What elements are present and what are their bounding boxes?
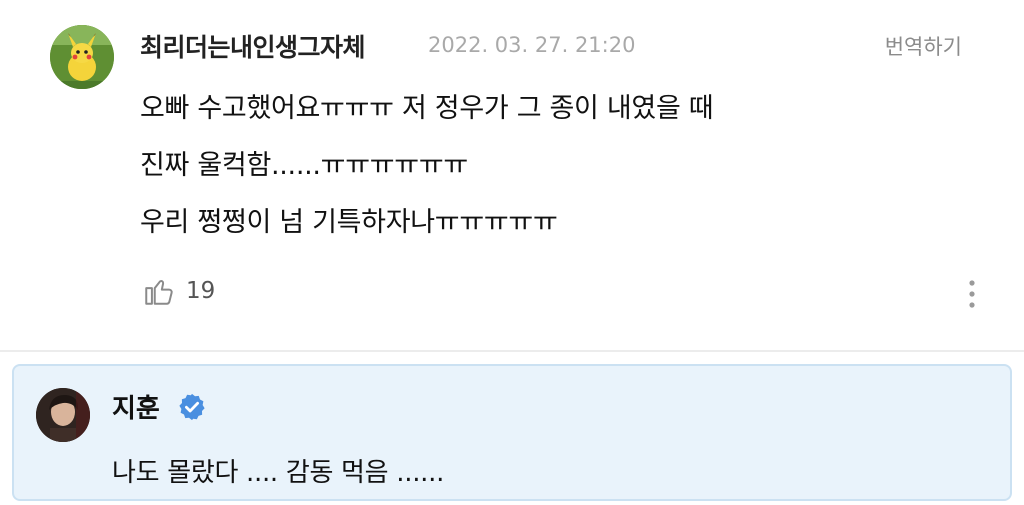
reply-body: 나도 몰랐다 .... 감동 먹음 ...... <box>112 458 445 488</box>
commenter-username[interactable]: 최리더는내인생그자체 <box>140 28 366 64</box>
more-vertical-icon <box>969 280 975 308</box>
divider <box>0 350 1024 352</box>
comment-item: 최리더는내인생그자체 2022. 03. 27. 21:20 번역하기 오빠 수… <box>0 0 1024 350</box>
commenter-avatar[interactable] <box>50 25 114 89</box>
comment-timestamp: 2022. 03. 27. 21:20 <box>428 33 636 57</box>
thumbs-up-icon <box>145 280 173 305</box>
replier-avatar[interactable] <box>36 388 90 442</box>
replier-username[interactable]: 지훈 <box>112 388 160 425</box>
translate-button[interactable]: 번역하기 <box>885 31 962 61</box>
verified-badge-icon <box>179 393 205 421</box>
like-button[interactable]: 19 <box>142 274 215 308</box>
more-options-button[interactable] <box>960 278 984 310</box>
comment-line: 우리 쩡쩡이 넘 기특하자나ㅠㅠㅠㅠㅠ <box>140 207 558 238</box>
pikachu-avatar-image <box>50 25 114 89</box>
like-count: 19 <box>186 278 216 304</box>
replier-photo <box>36 388 90 442</box>
comment-line: 진짜 울컥함......ㅠㅠㅠㅠㅠㅠ <box>140 150 468 181</box>
reply-card: 지훈 나도 몰랐다 .... 감동 먹음 ...... <box>12 364 1012 501</box>
comment-body: 오빠 수고했어요ㅠㅠㅠ 저 정우가 그 종이 내였을 때 진짜 울컥함.....… <box>140 80 714 251</box>
comment-line: 오빠 수고했어요ㅠㅠㅠ 저 정우가 그 종이 내였을 때 <box>140 93 714 124</box>
